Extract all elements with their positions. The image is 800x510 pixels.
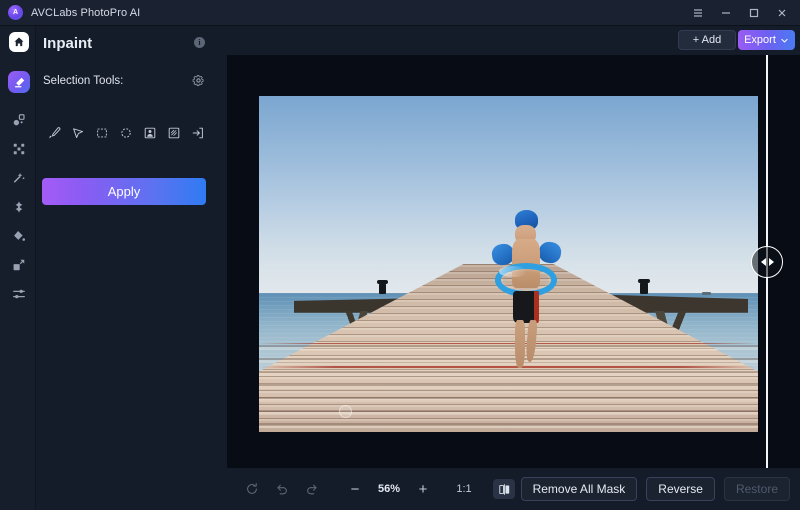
window-controls (684, 0, 800, 25)
ellipse-select-icon[interactable] (114, 122, 138, 144)
reset-rotate-icon[interactable] (237, 478, 267, 500)
minimize-icon[interactable] (712, 0, 740, 26)
triangle-right-icon (768, 258, 774, 266)
zoom-out-button[interactable]: − (343, 478, 367, 500)
page-title: Inpaint (43, 34, 93, 52)
photo-child (491, 210, 563, 371)
reverse-button[interactable]: Reverse (646, 477, 715, 501)
sidebar-item-adjust[interactable] (8, 283, 30, 305)
apply-button[interactable]: Apply (42, 178, 206, 205)
photo-left-bollard (376, 280, 388, 295)
maximize-icon[interactable] (740, 0, 768, 26)
actual-size-button[interactable]: 1:1 (447, 483, 481, 495)
remove-all-mask-button[interactable]: Remove All Mask (520, 477, 638, 501)
export-label: Export (744, 34, 776, 46)
zoom-controls: − 56% + 1:1 (343, 478, 515, 500)
sidebar-item-enhance[interactable] (8, 196, 30, 218)
sidebar-item-inpaint[interactable] (8, 71, 30, 93)
zoom-in-button[interactable]: + (411, 478, 435, 500)
gear-icon[interactable] (192, 74, 205, 87)
sidebar-item-magic-wand[interactable] (8, 167, 30, 189)
chevron-down-icon (781, 38, 788, 42)
photo-preview (259, 96, 758, 432)
title-bar: A AVCLabs PhotoPro AI (0, 0, 800, 26)
photo-child-right-leg (525, 319, 539, 363)
top-action-bar: + Add Export (222, 26, 800, 55)
sidebar-item-upscale[interactable] (8, 254, 30, 276)
compare-slider-handle[interactable] (751, 246, 783, 278)
lasso-pointer-icon[interactable] (66, 122, 90, 144)
texture-select-icon[interactable] (162, 122, 186, 144)
photo-distant-boat (701, 291, 711, 295)
person-select-icon[interactable] (138, 122, 162, 144)
import-selection-icon[interactable] (186, 122, 210, 144)
app-logo-icon: A (8, 5, 23, 20)
watermark-icon (338, 405, 352, 419)
info-icon[interactable]: i (194, 37, 205, 48)
app-logo-letter: A (12, 9, 19, 16)
redo-icon[interactable] (297, 478, 327, 500)
sidebar-item-background-remove[interactable] (8, 138, 30, 160)
selection-tool-group (42, 122, 222, 144)
bottom-toolbar: − 56% + 1:1 Remove All Mask Reverse Rest… (227, 468, 800, 510)
sidebar-item-object-remove[interactable] (8, 109, 30, 131)
photo-right-bollard (638, 278, 651, 294)
photo-child-shorts-stripe (534, 290, 540, 324)
mask-actions: Remove All Mask Reverse Restore (520, 477, 790, 501)
photo-child-left-leg (515, 319, 525, 369)
rectangle-select-icon[interactable] (90, 122, 114, 144)
app-title: AVCLabs PhotoPro AI (31, 6, 141, 19)
image-canvas[interactable] (227, 55, 800, 468)
triangle-left-icon (760, 258, 766, 266)
restore-button[interactable]: Restore (723, 477, 790, 501)
photo-child-right-armband (537, 241, 563, 265)
split-compare-icon[interactable] (493, 479, 515, 499)
undo-icon[interactable] (267, 478, 297, 500)
close-icon[interactable] (768, 0, 796, 26)
app-window: A AVCLabs PhotoPro AI Inpaint i Selectio… (0, 0, 800, 510)
tool-rail (0, 26, 36, 510)
sidebar-item-colorize[interactable] (8, 225, 30, 247)
hamburger-menu-icon[interactable] (684, 0, 712, 26)
brush-icon[interactable] (42, 122, 66, 144)
inpaint-panel: Inpaint i Selection Tools: Apply (36, 26, 222, 510)
export-button[interactable]: Export (738, 30, 795, 50)
add-button[interactable]: + Add (678, 30, 736, 50)
selection-tools-label: Selection Tools: (43, 75, 124, 87)
zoom-level-label: 56% (377, 483, 401, 495)
home-icon[interactable] (9, 32, 29, 52)
